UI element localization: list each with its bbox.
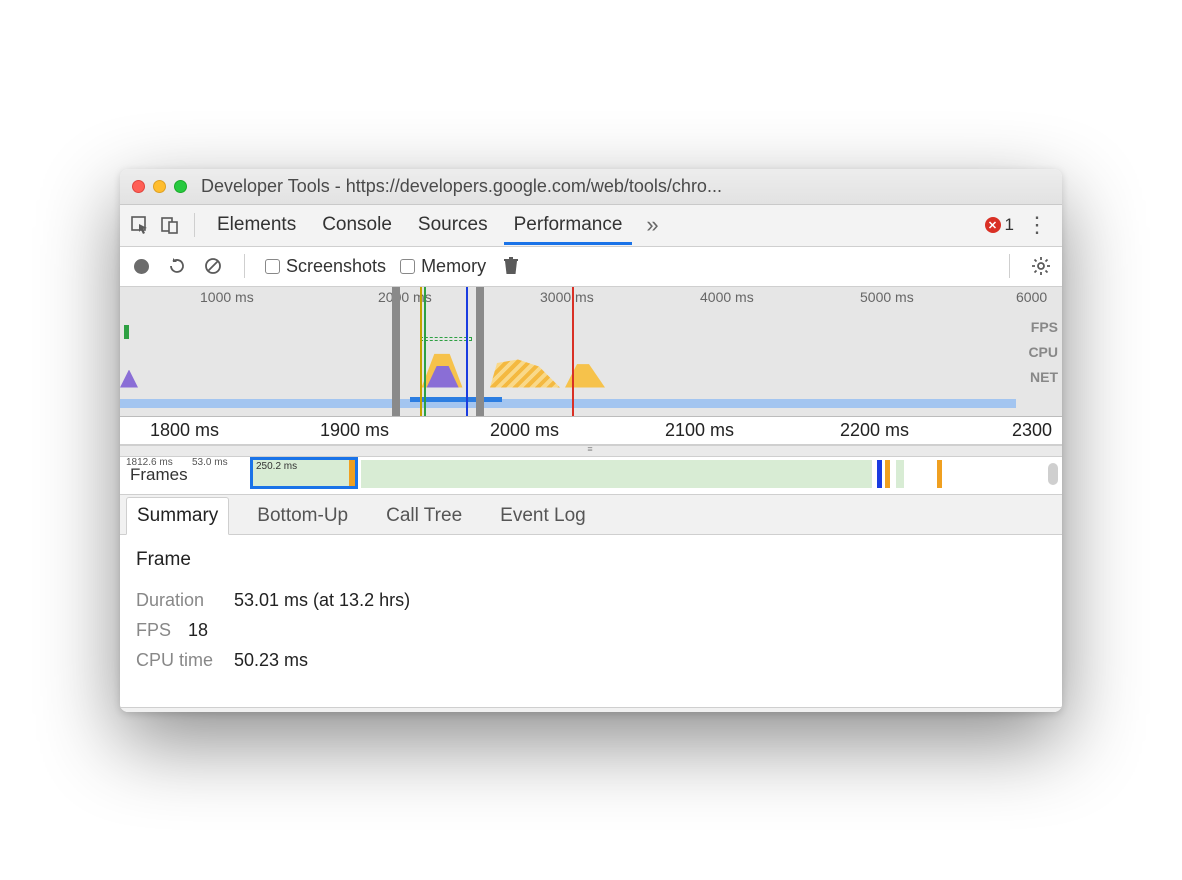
devtools-menu-button[interactable]: ⋮ xyxy=(1020,212,1054,238)
ruler-tick: 4000 ms xyxy=(700,289,754,305)
overview-panel[interactable]: 1000 ms 2000 ms 3000 ms 4000 ms 5000 ms … xyxy=(120,287,1062,417)
ruler-tick: 3000 ms xyxy=(540,289,594,305)
inspect-element-icon[interactable] xyxy=(128,213,152,237)
tab-elements[interactable]: Elements xyxy=(207,206,306,245)
frame-duration-label: 250.2 ms xyxy=(253,460,355,473)
fps-bar xyxy=(420,337,472,341)
collapsed-section-handle[interactable]: ≡ xyxy=(120,445,1062,457)
device-toggle-icon[interactable] xyxy=(158,213,182,237)
ruler-tick: 1900 ms xyxy=(320,420,389,441)
overview-ruler: 1000 ms 2000 ms 3000 ms 4000 ms 5000 ms … xyxy=(120,287,1062,309)
separator xyxy=(244,254,245,278)
ruler-tick: 2000 ms xyxy=(490,420,559,441)
tab-summary[interactable]: Summary xyxy=(126,497,229,535)
tab-call-tree[interactable]: Call Tree xyxy=(376,498,472,534)
lane-fps: FPS xyxy=(1028,315,1058,340)
summary-value: 18 xyxy=(188,615,208,645)
summary-key: CPU time xyxy=(136,645,222,675)
panel-footer xyxy=(120,708,1062,712)
summary-panel: Frame Duration 53.01 ms (at 13.2 hrs) FP… xyxy=(120,535,1062,708)
tab-event-log[interactable]: Event Log xyxy=(490,498,596,534)
summary-key: Duration xyxy=(136,585,222,615)
marker-line xyxy=(420,287,422,416)
window-title: Developer Tools - https://developers.goo… xyxy=(201,176,1050,197)
scrollbar-thumb[interactable] xyxy=(1048,463,1058,485)
frame-time-label: 53.0 ms xyxy=(192,457,228,468)
frames-track-label: Frames xyxy=(130,465,188,485)
ruler-tick: 6000 xyxy=(1016,289,1047,305)
fps-bar xyxy=(124,325,129,339)
frame-selected[interactable]: 250.2 ms xyxy=(250,457,358,489)
checkbox-icon xyxy=(400,259,415,274)
error-count: 1 xyxy=(1005,215,1014,235)
marker-line xyxy=(466,287,468,416)
tab-sources[interactable]: Sources xyxy=(408,206,498,245)
screenshots-checkbox[interactable]: Screenshots xyxy=(265,256,386,277)
minimize-window-button[interactable] xyxy=(153,180,166,193)
frames-track[interactable]: 1812.6 ms 53.0 ms Frames 250.2 ms xyxy=(120,457,1062,495)
tab-performance[interactable]: Performance xyxy=(504,206,633,245)
record-button[interactable] xyxy=(130,255,152,277)
close-window-button[interactable] xyxy=(132,180,145,193)
titlebar: Developer Tools - https://developers.goo… xyxy=(120,169,1062,205)
cpu-activity xyxy=(120,370,138,388)
ruler-tick: 2200 ms xyxy=(840,420,909,441)
ruler-tick: 2100 ms xyxy=(665,420,734,441)
error-count-badge[interactable]: ✕ 1 xyxy=(985,215,1014,235)
frame-marker xyxy=(349,460,355,486)
clear-button[interactable] xyxy=(202,255,224,277)
garbage-collect-button[interactable] xyxy=(500,255,522,277)
memory-checkbox[interactable]: Memory xyxy=(400,256,486,277)
cpu-activity xyxy=(565,362,605,388)
overview-lane-labels: FPS CPU NET xyxy=(1028,315,1058,390)
marker-line xyxy=(424,287,426,416)
lane-net: NET xyxy=(1028,365,1058,390)
screenshots-label: Screenshots xyxy=(286,256,386,277)
frame-block[interactable] xyxy=(937,460,942,488)
ruler-tick: 1000 ms xyxy=(200,289,254,305)
separator xyxy=(194,213,195,237)
traffic-lights xyxy=(132,180,187,193)
selection-handle-right[interactable] xyxy=(476,287,484,416)
summary-row: Duration 53.01 ms (at 13.2 hrs) xyxy=(136,585,1046,615)
detail-ruler[interactable]: 1800 ms 1900 ms 2000 ms 2100 ms 2200 ms … xyxy=(120,417,1062,445)
separator xyxy=(1009,254,1010,278)
ruler-tick: 5000 ms xyxy=(860,289,914,305)
tab-console[interactable]: Console xyxy=(312,206,402,245)
summary-value: 53.01 ms (at 13.2 hrs) xyxy=(234,585,410,615)
marker-line xyxy=(572,287,574,416)
performance-toolbar: Screenshots Memory xyxy=(120,247,1062,287)
details-tab-bar: Summary Bottom-Up Call Tree Event Log xyxy=(120,495,1062,535)
reload-button[interactable] xyxy=(166,255,188,277)
frame-block[interactable] xyxy=(896,460,904,488)
checkbox-icon xyxy=(265,259,280,274)
cpu-activity xyxy=(490,353,560,388)
ruler-tick: 1800 ms xyxy=(150,420,219,441)
frame-block[interactable] xyxy=(877,460,882,488)
zoom-window-button[interactable] xyxy=(174,180,187,193)
summary-row: FPS 18 xyxy=(136,615,1046,645)
selection-handle-left[interactable] xyxy=(392,287,400,416)
ruler-tick: 2300 xyxy=(1012,420,1052,441)
network-activity xyxy=(120,399,1016,408)
summary-heading: Frame xyxy=(136,549,1046,571)
tab-bottom-up[interactable]: Bottom-Up xyxy=(247,498,358,534)
summary-row: CPU time 50.23 ms xyxy=(136,645,1046,675)
frame-block[interactable] xyxy=(885,460,890,488)
lane-cpu: CPU xyxy=(1028,340,1058,365)
more-tabs-button[interactable]: » xyxy=(638,212,666,238)
capture-settings-button[interactable] xyxy=(1030,255,1052,277)
memory-label: Memory xyxy=(421,256,486,277)
summary-key: FPS xyxy=(136,615,176,645)
frame-block[interactable] xyxy=(361,460,872,488)
summary-value: 50.23 ms xyxy=(234,645,308,675)
devtools-tab-bar: Elements Console Sources Performance » ✕… xyxy=(120,205,1062,247)
error-icon: ✕ xyxy=(985,217,1001,233)
devtools-window: Developer Tools - https://developers.goo… xyxy=(120,169,1062,712)
